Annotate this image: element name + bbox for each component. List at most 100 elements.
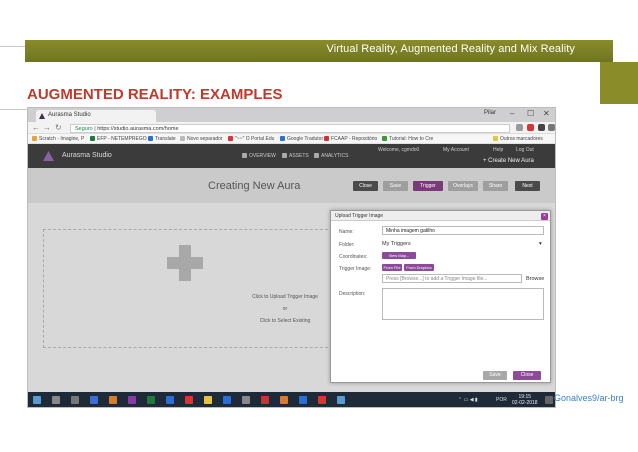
- app-icon[interactable]: [242, 396, 250, 404]
- tray-icons[interactable]: ⌃ ▭ ◀ ▮: [458, 397, 478, 403]
- name-field[interactable]: Minha imagem gatilho: [382, 226, 544, 235]
- folder-icon[interactable]: ▾: [539, 241, 542, 247]
- bookmark-star-icon[interactable]: [516, 124, 523, 131]
- or-label: or: [282, 306, 288, 312]
- bookmark-item[interactable]: Translate: [148, 136, 176, 142]
- extension-icon[interactable]: [538, 124, 545, 131]
- app-icon[interactable]: [90, 396, 98, 404]
- back-icon[interactable]: ←: [32, 123, 40, 132]
- trigger-file-field[interactable]: Press [Browse...] to add a Trigger Image…: [382, 274, 522, 283]
- page-title: Creating New Aura: [208, 180, 301, 192]
- close-button[interactable]: Close: [353, 181, 378, 191]
- description-field[interactable]: [382, 288, 544, 320]
- start-icon[interactable]: [33, 396, 41, 404]
- browser-tab[interactable]: Aurasma Studio: [36, 110, 156, 122]
- notifications-icon[interactable]: [545, 396, 553, 404]
- app-header: Aurasma Studio OVERVIEW ASSETS ANALYTICS…: [28, 144, 555, 168]
- divider-line: [0, 46, 25, 47]
- app-icon[interactable]: [166, 396, 174, 404]
- upload-trigger-dialog: Upload Trigger Image × Name: Minha image…: [330, 210, 551, 383]
- app-icon[interactable]: [299, 396, 307, 404]
- pdf-icon[interactable]: [318, 396, 326, 404]
- app-icon[interactable]: [185, 396, 193, 404]
- maximize-icon[interactable]: ☐: [527, 109, 534, 118]
- presentation-slide: Virtual Reality, Augmented Reality and M…: [0, 0, 638, 452]
- url-input[interactable]: Seguro | https://studio.aurasma.com/home: [70, 124, 510, 133]
- trigger-image-label: Trigger Image:: [339, 266, 372, 272]
- name-label: Name:: [339, 229, 354, 235]
- tab-share[interactable]: Share: [483, 181, 508, 191]
- nav-overview[interactable]: OVERVIEW: [242, 153, 276, 159]
- chrome-icon[interactable]: [204, 396, 212, 404]
- view-map-button[interactable]: View Map...: [382, 252, 416, 259]
- app-icon[interactable]: [280, 396, 288, 404]
- slide-banner: Virtual Reality, Augmented Reality and M…: [25, 40, 613, 62]
- bookmark-item[interactable]: Google Tradutor: [280, 136, 323, 142]
- close-icon[interactable]: ×: [541, 213, 548, 220]
- bookmark-item[interactable]: Novo separador: [180, 136, 223, 142]
- my-account-link[interactable]: My Account: [443, 147, 469, 153]
- app-icon[interactable]: [337, 396, 345, 404]
- app-icon[interactable]: [147, 396, 155, 404]
- select-existing-link[interactable]: Click to Select Existing: [225, 318, 345, 324]
- welcome-label: Welcome, cgmdo0: [378, 147, 420, 153]
- logout-link[interactable]: Log Out: [516, 147, 534, 153]
- coordinates-label: Coordinates:: [339, 254, 368, 260]
- upload-trigger-link[interactable]: Click to Upload Trigger Image: [225, 294, 345, 300]
- task-view-icon[interactable]: [71, 396, 79, 404]
- app-icon[interactable]: [109, 396, 117, 404]
- profile-user-label[interactable]: Pilar: [484, 110, 496, 116]
- from-file-button[interactable]: From File: [382, 264, 402, 271]
- help-link[interactable]: Help: [493, 147, 503, 153]
- minimize-icon[interactable]: –: [510, 109, 514, 118]
- embedded-screenshot: Aurasma Studio Pilar – ☐ ✕ ← → ↻ Seguro …: [27, 107, 556, 408]
- windows-taskbar: ⌃ ▭ ◀ ▮ POR 19:15 02-02-2018: [28, 392, 555, 407]
- save-button[interactable]: Save: [483, 371, 507, 380]
- plus-icon: [167, 257, 203, 269]
- app-icon[interactable]: [128, 396, 136, 404]
- reload-icon[interactable]: ↻: [55, 123, 62, 132]
- close-window-icon[interactable]: ✕: [543, 109, 550, 118]
- folder-value[interactable]: My Triggers: [382, 241, 411, 247]
- nav-assets[interactable]: ASSETS: [282, 153, 309, 159]
- trigger-drop-zone[interactable]: Click to Upload Trigger Image or Click t…: [43, 229, 343, 348]
- tab-title: Aurasma Studio: [48, 112, 91, 118]
- browse-button[interactable]: Browse: [526, 276, 544, 282]
- search-icon[interactable]: [52, 396, 60, 404]
- description-label: Description:: [339, 291, 366, 297]
- browser-tab-bar: Aurasma Studio Pilar – ☐ ✕: [28, 108, 555, 122]
- save-button[interactable]: Save: [383, 181, 408, 191]
- bookmark-item[interactable]: Scratch - Imagine, P: [32, 136, 84, 142]
- aurasma-logo-icon: [39, 113, 45, 119]
- dialog-title: Upload Trigger Image ×: [331, 211, 550, 221]
- next-button[interactable]: Next: [515, 181, 540, 191]
- app-icon[interactable]: [261, 396, 269, 404]
- divider-line: [0, 109, 30, 110]
- close-button[interactable]: Close: [513, 371, 541, 380]
- language-indicator[interactable]: POR: [496, 397, 507, 403]
- tab-overlays[interactable]: Overlays: [448, 181, 478, 191]
- bookmark-item[interactable]: Tutorial: How to Cre: [382, 136, 433, 142]
- bookmarks-bar: Scratch - Imagine, P EFP - NETEMPREGO Tr…: [28, 134, 555, 144]
- bookmark-item[interactable]: Outros marcadores: [493, 136, 543, 142]
- clock[interactable]: 19:15 02-02-2018: [512, 394, 538, 406]
- url-text: https://studio.aurasma.com/home: [97, 126, 179, 132]
- slide-title: AUGMENTED REALITY: EXAMPLES: [27, 86, 283, 103]
- bookmark-item[interactable]: "~~" O Portal Edu: [228, 136, 274, 142]
- create-new-aura-button[interactable]: + Create New Aura: [483, 158, 534, 164]
- address-bar-row: ← → ↻ Seguro | https://studio.aurasma.co…: [28, 122, 555, 134]
- secure-label: Seguro: [75, 126, 93, 132]
- source-link[interactable]: Gonalves9/ar-brg: [554, 393, 624, 403]
- nav-analytics[interactable]: ANALYTICS: [314, 153, 348, 159]
- forward-icon[interactable]: →: [43, 123, 51, 132]
- app-icon[interactable]: [223, 396, 231, 404]
- menu-icon[interactable]: [548, 124, 555, 131]
- from-dropbox-button[interactable]: From Dropbox: [404, 264, 434, 271]
- bookmark-item[interactable]: FCAAP - Repositório: [324, 136, 377, 142]
- bookmark-item[interactable]: EFP - NETEMPREGO: [90, 136, 147, 142]
- app-name: Aurasma Studio: [62, 152, 112, 159]
- tab-trigger[interactable]: Trigger: [413, 181, 443, 191]
- folder-label: Folder:: [339, 242, 355, 248]
- extension-icon[interactable]: [527, 124, 534, 131]
- aurasma-logo-icon: [43, 151, 54, 161]
